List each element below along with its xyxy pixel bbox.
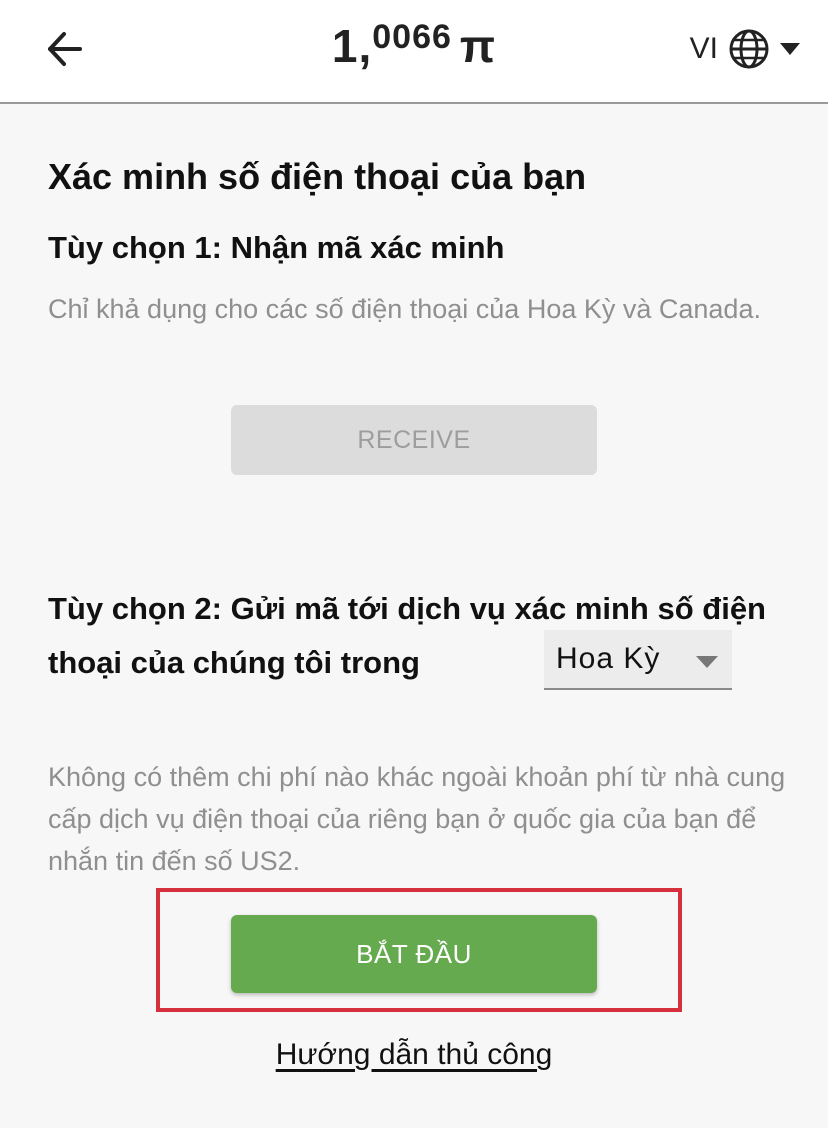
- manual-instructions-link[interactable]: Hướng dẫn thủ công: [0, 1038, 828, 1072]
- pi-symbol: π: [459, 20, 497, 72]
- language-selector[interactable]: VI: [690, 26, 800, 72]
- balance-decimal: 0066: [372, 18, 452, 56]
- option1-title: Tùy chọn 1: Nhận mã xác minh: [48, 230, 505, 265]
- option1-description: Chỉ khả dụng cho các số điện thoại của H…: [48, 294, 761, 324]
- globe-icon: [729, 29, 769, 69]
- caret-down-icon: [780, 43, 800, 55]
- country-value: Hoa Kỳ: [556, 642, 661, 675]
- chevron-down-icon: [696, 656, 718, 668]
- country-select[interactable]: Hoa Kỳ: [544, 630, 732, 690]
- app-header: 1,0066 π VI: [0, 0, 828, 104]
- option2-description: Không có thêm chi phí nào khác ngoài kho…: [48, 762, 786, 876]
- balance-integer: 1,: [331, 20, 373, 72]
- start-button[interactable]: BẮT ĐẦU: [231, 915, 597, 993]
- page-title: Xác minh số điện thoại của bạn: [48, 156, 587, 197]
- receive-button[interactable]: RECEIVE: [231, 405, 597, 475]
- language-code: VI: [689, 32, 718, 65]
